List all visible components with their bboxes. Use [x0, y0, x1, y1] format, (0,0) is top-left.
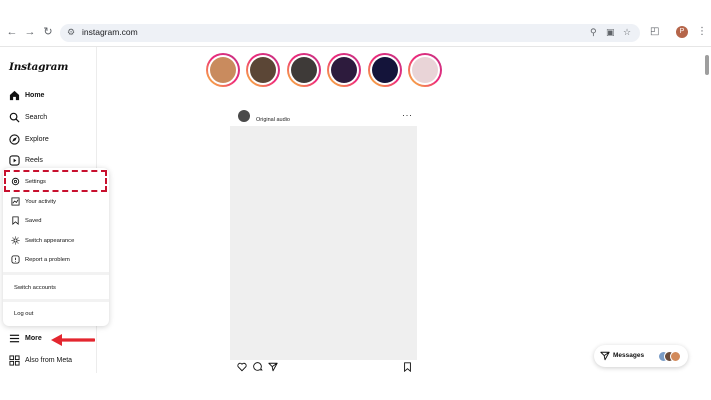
- profile-avatar[interactable]: P: [676, 26, 688, 38]
- menu-divider: [3, 299, 109, 302]
- url-text: instagram.com: [82, 27, 138, 37]
- story-avatar[interactable]: [246, 53, 280, 87]
- red-arrow-annotation: [51, 334, 95, 346]
- post-more-options-icon[interactable]: ···: [402, 110, 413, 120]
- scrollbar[interactable]: [705, 55, 709, 75]
- activity-icon: [11, 197, 20, 206]
- message-contact-avatar: [670, 351, 681, 362]
- hamburger-icon: [9, 334, 20, 343]
- compass-icon: [9, 134, 20, 145]
- grid-icon: [9, 355, 20, 366]
- comment-icon[interactable]: [253, 362, 263, 372]
- paper-plane-icon: [600, 351, 610, 361]
- messages-button[interactable]: Messages: [594, 345, 688, 367]
- story-avatar[interactable]: [408, 53, 442, 87]
- reload-icon[interactable]: ↻: [42, 26, 54, 38]
- post-author-avatar[interactable]: [238, 110, 250, 122]
- menu-divider: [3, 272, 109, 275]
- instagram-logo[interactable]: Instagram: [9, 61, 68, 73]
- browser-toolbar: ← → ↻ ⚙ instagram.com ⚲ ▣ ☆ ◰ P ⋮: [0, 20, 711, 47]
- bookmark-icon: [12, 216, 19, 225]
- site-info-icon[interactable]: ⚙: [67, 27, 75, 38]
- settings-highlight-annotation: [4, 170, 107, 192]
- bookmark-star-icon[interactable]: ☆: [623, 27, 631, 38]
- share-icon[interactable]: [268, 362, 278, 372]
- extensions-icon[interactable]: ◰: [650, 26, 659, 37]
- browser-menu-icon[interactable]: ⋮: [697, 26, 707, 37]
- post-audio-label[interactable]: Original audio: [256, 117, 290, 123]
- address-bar[interactable]: ⚙ instagram.com ⚲ ▣ ☆: [60, 24, 640, 42]
- story-avatar[interactable]: [368, 53, 402, 87]
- search-icon: [9, 112, 20, 123]
- sun-icon: [11, 236, 20, 245]
- back-icon[interactable]: ←: [6, 26, 18, 38]
- story-avatar[interactable]: [327, 53, 361, 87]
- post-media[interactable]: [230, 126, 417, 360]
- like-icon[interactable]: [237, 362, 247, 372]
- reels-icon: [9, 155, 20, 166]
- home-icon: [9, 90, 20, 101]
- story-avatar[interactable]: [287, 53, 321, 87]
- story-avatar[interactable]: [206, 53, 240, 87]
- report-icon: [11, 255, 20, 264]
- forward-icon[interactable]: →: [24, 26, 36, 38]
- install-app-icon[interactable]: ▣: [606, 27, 615, 38]
- zoom-icon[interactable]: ⚲: [590, 27, 597, 38]
- save-bookmark-icon[interactable]: [403, 362, 412, 372]
